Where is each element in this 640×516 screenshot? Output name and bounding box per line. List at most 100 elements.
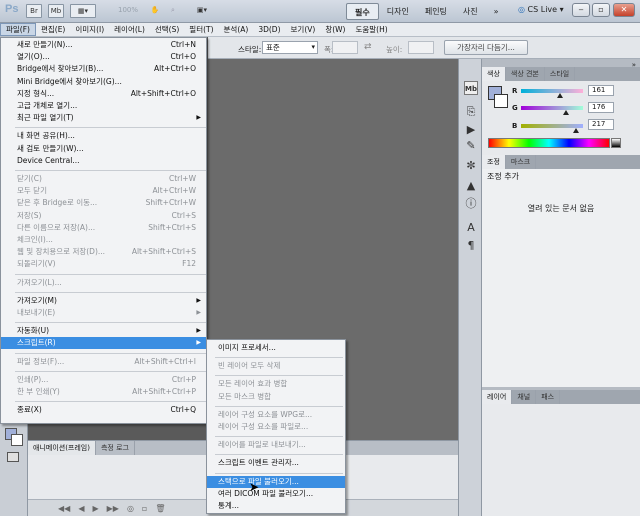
brush-panel-icon[interactable]: ✎ — [464, 139, 478, 153]
cs-live-button[interactable]: ◎ CS Live ▾ — [518, 5, 564, 14]
menu-help[interactable]: 도움말(H) — [350, 23, 392, 36]
menu-item-label: 레이어를 파일로 내보내기... — [218, 440, 306, 450]
menu-item-5: 모든 마스크 병합 — [207, 391, 345, 403]
menu-analysis[interactable]: 분석(A) — [219, 23, 254, 36]
menu-file[interactable]: 파일(F) — [0, 23, 36, 36]
tab-channels[interactable]: 채널 — [512, 390, 537, 404]
tab-color[interactable]: 색상 — [482, 67, 506, 81]
refine-edge-button[interactable]: 가장자리 다듬기... — [444, 40, 528, 55]
menu-layer[interactable]: 레이어(L) — [109, 23, 150, 36]
green-value-input[interactable]: 176 — [588, 102, 614, 113]
workspace-photography[interactable]: 사진 — [455, 3, 486, 20]
menu-item-3[interactable]: Mini Bridge에서 찾아보기(G)... — [1, 76, 206, 88]
tab-adjustments[interactable]: 조정 — [482, 155, 506, 169]
tab-paths[interactable]: 패스 — [536, 390, 561, 404]
paragraph-panel-icon[interactable]: ¶ — [464, 239, 478, 253]
width-input[interactable] — [332, 41, 358, 54]
menu-item-label: Mini Bridge에서 찾아보기(G)... — [17, 76, 122, 86]
menu-item-label: 되돌리기(V) — [17, 259, 56, 269]
menu-item-label: 가져오기(L)... — [17, 277, 62, 287]
blue-value-input[interactable]: 217 — [588, 119, 614, 130]
menu-item-14[interactable]: 스택으로 파일 불러오기... — [207, 475, 345, 488]
menu-item-4[interactable]: 지정 형식... Alt+Shift+Ctrl+O — [1, 88, 206, 100]
black-white-ramp[interactable] — [611, 138, 621, 148]
tab-layers[interactable]: 레이어 — [482, 390, 513, 404]
menu-image[interactable]: 이미지(I) — [70, 23, 109, 36]
menu-item-label: 저장(S) — [17, 210, 42, 220]
info-icon[interactable]: ⓘ — [464, 197, 478, 211]
character-panel-icon[interactable]: A — [464, 221, 478, 235]
height-input[interactable] — [408, 41, 434, 54]
tab-animation-frames[interactable]: 애니메이션(프레임) — [28, 441, 96, 455]
color-spectrum-bar[interactable] — [488, 138, 610, 148]
adjustments-panel-tabs: 조정 마스크 — [482, 155, 640, 169]
menu-item-15[interactable]: 여러 DICOM 파일 불러오기... — [207, 488, 345, 500]
menu-view[interactable]: 보기(V) — [286, 23, 321, 36]
menu-filter[interactable]: 필터(T) — [184, 23, 218, 36]
minimize-button[interactable]: ‒ — [572, 3, 590, 17]
background-color-swatch[interactable] — [11, 434, 23, 446]
swap-icon[interactable]: ⇄ — [364, 42, 372, 52]
menu-item-26[interactable]: 자동화(U) ▶ — [1, 325, 206, 337]
workspace-essentials[interactable]: 필수 — [346, 2, 379, 20]
maximize-button[interactable]: ▫ — [592, 3, 610, 17]
tab-masks[interactable]: 마스크 — [506, 155, 537, 169]
clone-source-icon[interactable]: ✼ — [464, 159, 478, 173]
menu-item-1[interactable]: 열기(O)... Ctrl+O — [1, 51, 206, 63]
quick-mask-icon[interactable] — [7, 452, 19, 462]
prev-frame-icon[interactable]: ◀ — [78, 504, 84, 513]
zoom-tool-icon[interactable]: ⌕ — [166, 4, 180, 18]
menu-item-0[interactable]: 이미지 프로세서... — [207, 342, 345, 354]
red-slider-thumb[interactable] — [557, 93, 563, 98]
histogram-icon[interactable]: ▲ — [464, 179, 478, 193]
arrange-documents-icon[interactable]: ▣▾ — [192, 4, 212, 18]
menu-item-34[interactable]: 종료(X) Ctrl+Q — [1, 404, 206, 416]
view-extras-icon[interactable]: ▦▾ — [70, 4, 96, 18]
menu-item-label: 모두 닫기 — [17, 186, 47, 196]
blue-label: B — [512, 122, 518, 130]
menu-item-9[interactable]: 새 검토 만들기(W)... — [1, 143, 206, 155]
close-button[interactable]: ✕ — [613, 3, 635, 17]
play-icon[interactable]: ▶ — [92, 504, 98, 513]
green-slider[interactable] — [521, 106, 583, 110]
workspace-painting[interactable]: 페인팅 — [417, 3, 455, 20]
tab-styles[interactable]: 스타일 — [545, 67, 576, 81]
menu-item-12[interactable]: 스크립트 이벤트 관리자... — [207, 457, 345, 469]
color-panel-background-swatch[interactable] — [494, 94, 508, 108]
actions-panel-icon[interactable]: ▶ — [464, 123, 478, 137]
menu-item-10[interactable]: Device Central... — [1, 155, 206, 167]
next-frame-icon[interactable]: ▶▶ — [107, 504, 119, 513]
menu-item-2[interactable]: Bridge에서 찾아보기(B)... Alt+Ctrl+O — [1, 63, 206, 75]
menu-select[interactable]: 선택(S) — [150, 23, 184, 36]
bridge-icon[interactable]: Br — [26, 4, 42, 18]
zoom-level[interactable]: 100% — [118, 6, 138, 14]
red-value-input[interactable]: 161 — [588, 85, 614, 96]
menu-3d[interactable]: 3D(D) — [253, 23, 285, 36]
tab-measurement-log[interactable]: 측정 로그 — [96, 441, 135, 455]
mini-bridge-icon[interactable]: Mb — [48, 4, 64, 18]
mini-bridge-panel-icon[interactable]: Mb — [464, 81, 478, 95]
green-slider-thumb[interactable] — [563, 110, 569, 115]
blue-slider-thumb[interactable] — [573, 128, 579, 133]
style-select[interactable]: 표준 — [262, 41, 318, 54]
history-panel-icon[interactable]: ⎘ — [464, 105, 478, 119]
tab-swatches[interactable]: 색상 견본 — [506, 67, 545, 81]
menu-item-23[interactable]: 가져오기(M) ▶ — [1, 295, 206, 307]
tween-icon[interactable]: ◎ — [127, 504, 134, 513]
more-workspaces-button[interactable]: » — [486, 3, 507, 20]
menu-item-6[interactable]: 최근 파일 열기(T) ▶ — [1, 112, 206, 124]
menu-item-16[interactable]: 통계... — [207, 500, 345, 512]
red-slider[interactable] — [521, 89, 583, 93]
delete-frame-icon[interactable]: 🗑 — [155, 504, 165, 513]
menu-item-27[interactable]: 스크립트(R) ▶ — [1, 337, 206, 350]
menu-window[interactable]: 창(W) — [320, 23, 350, 36]
new-frame-icon[interactable]: ▫ — [142, 504, 147, 513]
first-frame-icon[interactable]: ◀◀ — [58, 504, 70, 513]
menu-item-8[interactable]: 내 화면 공유(H)... — [1, 130, 206, 142]
hand-tool-icon[interactable]: ✋ — [148, 4, 162, 18]
menu-item-5[interactable]: 고급 개체로 열기... — [1, 100, 206, 112]
menu-edit[interactable]: 편집(E) — [36, 23, 70, 36]
workspace-design[interactable]: 디자인 — [379, 3, 417, 20]
menu-item-0[interactable]: 새로 만들기(N)... Ctrl+N — [1, 39, 206, 51]
menu-separator — [15, 273, 206, 275]
